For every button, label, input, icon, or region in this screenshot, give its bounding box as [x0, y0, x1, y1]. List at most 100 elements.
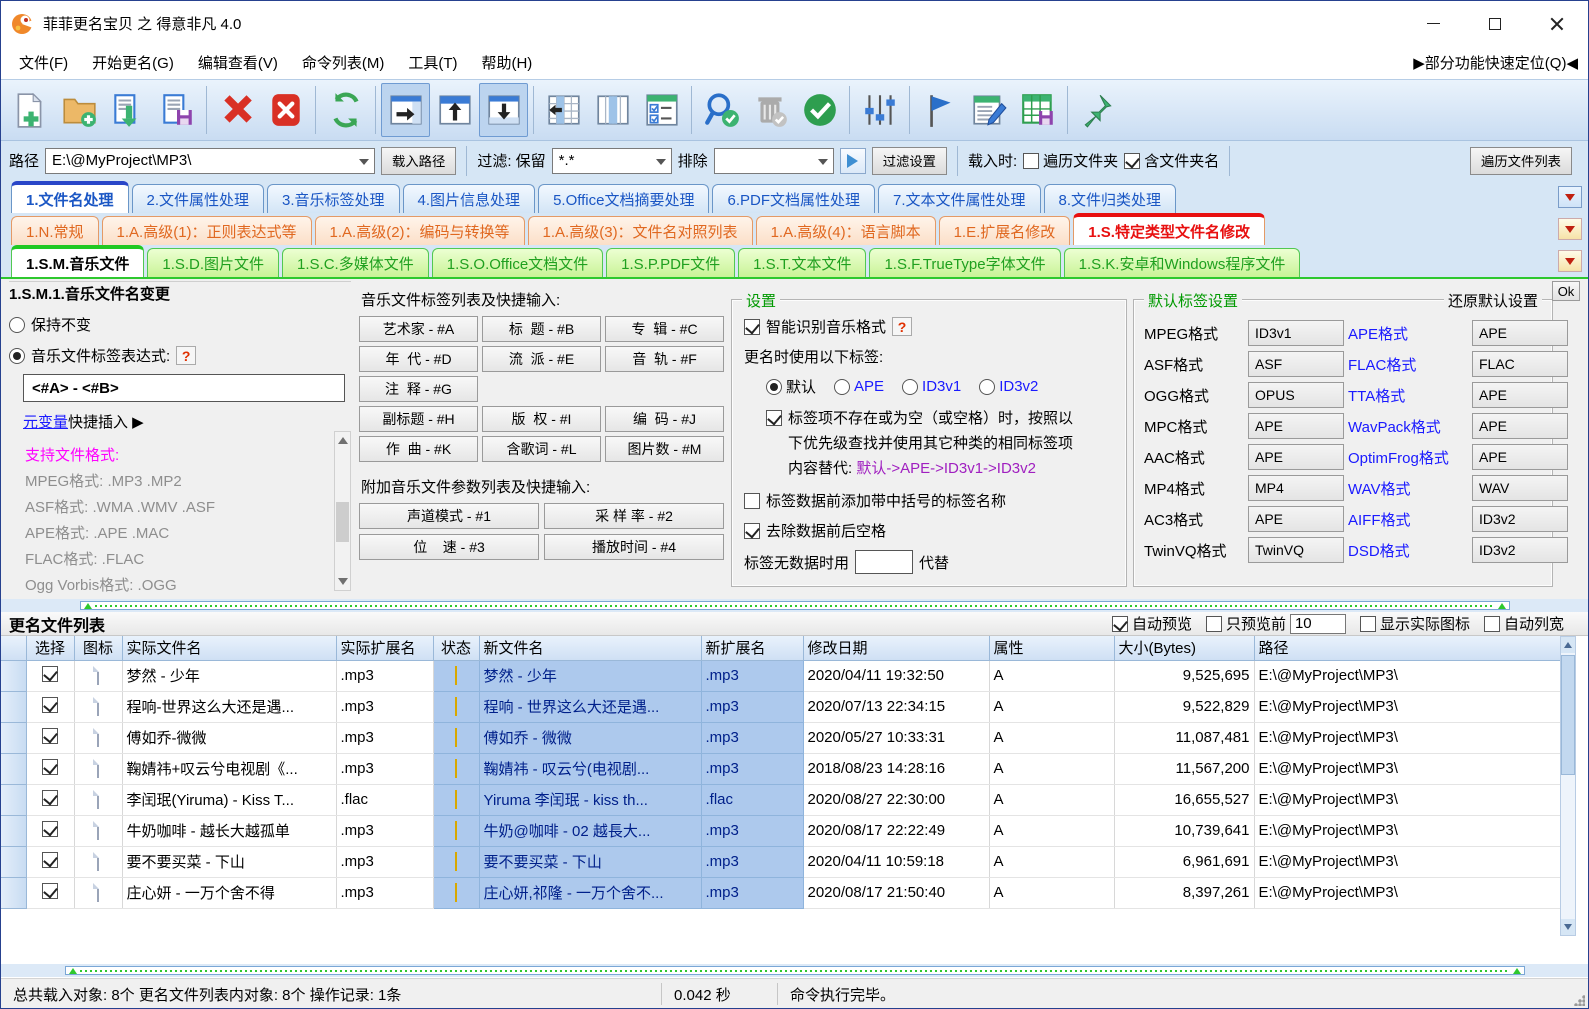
tab-sub-2[interactable]: 1.A.高级(2)：编码与转换等 [315, 216, 525, 245]
tab-main-1[interactable]: 2.文件属性处理 [132, 184, 265, 213]
tab-sub-5[interactable]: 1.E.扩展名修改 [939, 216, 1071, 245]
load-path-button[interactable]: 载入路径 [381, 147, 456, 175]
tag-expression-option[interactable]: 音乐文件标签表达式: ? [9, 345, 351, 366]
auto-preview-checkbox[interactable] [1112, 616, 1128, 632]
tab-main-5[interactable]: 6.PDF文档属性处理 [712, 184, 875, 213]
column-header-3[interactable]: 实际扩展名 [336, 636, 433, 660]
tab-sub-0[interactable]: 1.N.常规 [11, 216, 99, 245]
preview-first-option[interactable]: 只预览前 10 [1206, 613, 1346, 634]
column-header-1[interactable]: 图标 [74, 636, 122, 660]
row-checkbox[interactable] [42, 666, 58, 682]
table-row[interactable]: 梦然 - 少年.mp3梦然 - 少年.mp32020/04/11 19:32:5… [1, 660, 1562, 691]
column-header-6[interactable]: 新扩展名 [701, 636, 803, 660]
format-select-FLAC格式[interactable]: FLAC [1472, 351, 1568, 377]
tab-filetype-0[interactable]: 1.S.M.音乐文件 [11, 245, 144, 277]
toolbar-remove-check-button[interactable] [746, 83, 795, 137]
column-header-9[interactable]: 大小(Bytes) [1114, 636, 1254, 660]
tag-type-radio-默认[interactable] [766, 379, 782, 395]
format-select-ASF格式[interactable]: ASF [1248, 351, 1344, 377]
tag-type-option-APE[interactable]: APE [834, 378, 884, 395]
column-header-4[interactable]: 状态 [433, 636, 479, 660]
apply-filter-button[interactable] [840, 148, 866, 174]
toolbar-adjust-sliders-button[interactable] [855, 83, 904, 137]
row-checkbox[interactable] [42, 759, 58, 775]
menu-item-3[interactable]: 命令列表(M) [290, 47, 397, 78]
row-selector[interactable] [1, 660, 26, 691]
row-checkbox[interactable] [42, 697, 58, 713]
toolbar-delete-selected-button[interactable] [212, 83, 261, 137]
auto-width-option[interactable]: 自动列宽 [1484, 613, 1564, 634]
tab-sub-4[interactable]: 1.A.高级(4)：语言脚本 [756, 216, 936, 245]
param-button-0[interactable]: 声道模式 - #1 [359, 503, 539, 529]
include-folder-name-checkbox[interactable] [1124, 153, 1140, 169]
format-select-AIFF格式[interactable]: ID3v2 [1472, 506, 1568, 532]
table-row[interactable]: 程响-世界这么大还是遇....mp3程响 - 世界这么大还是遇....mp320… [1, 691, 1562, 722]
add-bracket-option[interactable]: 标签数据前添加带中括号的标签名称 [744, 490, 1116, 511]
menu-item-4[interactable]: 工具(T) [396, 47, 469, 78]
filter-settings-button[interactable]: 过滤设置 [872, 147, 947, 175]
toolbar-edit-list-button[interactable] [964, 83, 1013, 137]
row-selector[interactable] [1, 753, 26, 784]
toolbar-checklist-button[interactable] [637, 83, 686, 137]
auto-preview-option[interactable]: 自动预览 [1112, 613, 1192, 634]
restore-defaults-link[interactable]: 还原默认设置 [1444, 290, 1542, 311]
scroll-down-icon[interactable] [1561, 919, 1575, 935]
tag-button-5[interactable]: 音 轨 - #F [605, 346, 724, 372]
trim-spaces-checkbox[interactable] [744, 523, 760, 539]
trim-spaces-option[interactable]: 去除数据前后空格 [744, 520, 1116, 541]
tab-main-0[interactable]: 1.文件名处理 [11, 181, 129, 213]
menu-item-0[interactable]: 文件(F) [7, 47, 80, 78]
param-button-3[interactable]: 播放时间 - #4 [544, 534, 724, 560]
tab-filetype-1[interactable]: 1.S.D.图片文件 [147, 248, 279, 277]
tag-button-10[interactable]: 作 曲 - #K [359, 436, 478, 462]
tag-button-9[interactable]: 编 码 - #J [605, 406, 724, 432]
tag-expression-radio[interactable] [9, 348, 25, 364]
format-select-MPC格式[interactable]: APE [1248, 413, 1344, 439]
toolbar-save-list-button[interactable] [152, 83, 201, 137]
column-header-0[interactable]: 选择 [26, 636, 74, 660]
tab-main-3[interactable]: 4.图片信息处理 [403, 184, 536, 213]
smart-detect-option[interactable]: 智能识别音乐格式 ? [744, 316, 1116, 337]
column-header-7[interactable]: 修改日期 [803, 636, 989, 660]
toolbar-search-check-button[interactable] [697, 83, 746, 137]
tab-filetype-5[interactable]: 1.S.T.文本文件 [738, 248, 866, 277]
toolbar-column-layout-button[interactable] [588, 83, 637, 137]
tag-button-6[interactable]: 注 释 - #G [359, 376, 478, 402]
filter-combobox[interactable]: *.* [552, 148, 672, 174]
format-select-MPEG格式[interactable]: ID3v1 [1248, 320, 1344, 346]
scroll-thumb[interactable] [336, 502, 349, 542]
table-row[interactable]: 李闰珉(Yiruma) - Kiss T....flacYiruma 李闰珉 -… [1, 784, 1562, 815]
resize-grip[interactable] [1573, 994, 1585, 1006]
preview-first-checkbox[interactable] [1206, 616, 1222, 632]
column-header-8[interactable]: 属性 [989, 636, 1114, 660]
row-selector[interactable] [1, 815, 26, 846]
tag-type-radio-ID3v2[interactable] [979, 379, 995, 395]
table-vertical-scrollbar[interactable] [1560, 636, 1576, 936]
tab-sub-1[interactable]: 1.A.高级(1)：正则表达式等 [102, 216, 312, 245]
quick-locate-label[interactable]: ▶部分功能快速定位(Q)◀ [1413, 52, 1578, 73]
row-checkbox[interactable] [42, 790, 58, 806]
format-select-MP4格式[interactable]: MP4 [1248, 475, 1344, 501]
row-checkbox[interactable] [42, 728, 58, 744]
close-button[interactable] [1526, 1, 1588, 46]
toolbar-panel-bottom-button[interactable] [479, 83, 528, 137]
expression-combobox[interactable]: <#A> - <#B> [23, 374, 345, 402]
scroll-thumb[interactable] [1561, 655, 1575, 775]
table-row[interactable]: 要不要买菜 - 下山.mp3要不要买菜 - 下山.mp32020/04/11 1… [1, 846, 1562, 877]
path-combobox[interactable]: E:\@MyProject\MP3\ [45, 148, 375, 174]
help-button[interactable]: ? [892, 317, 912, 336]
toolbar-refresh-button[interactable] [321, 83, 370, 137]
tab-main-2[interactable]: 3.音乐标签处理 [267, 184, 400, 213]
row-selector[interactable] [1, 691, 26, 722]
format-select-OptimFrog格式[interactable]: APE [1472, 444, 1568, 470]
auto-width-checkbox[interactable] [1484, 616, 1500, 632]
tag-type-radio-APE[interactable] [834, 379, 850, 395]
row-selector[interactable] [1, 722, 26, 753]
traverse-folders-option[interactable]: 遍历文件夹 [1023, 150, 1118, 171]
scroll-up-icon[interactable] [1561, 637, 1575, 653]
format-select-DSD格式[interactable]: ID3v2 [1472, 537, 1568, 563]
format-select-AAC格式[interactable]: APE [1248, 444, 1344, 470]
toolbar-panel-right-button[interactable] [381, 83, 430, 137]
tab-main-overflow-button[interactable] [1558, 186, 1582, 208]
column-header-5[interactable]: 新文件名 [479, 636, 701, 660]
